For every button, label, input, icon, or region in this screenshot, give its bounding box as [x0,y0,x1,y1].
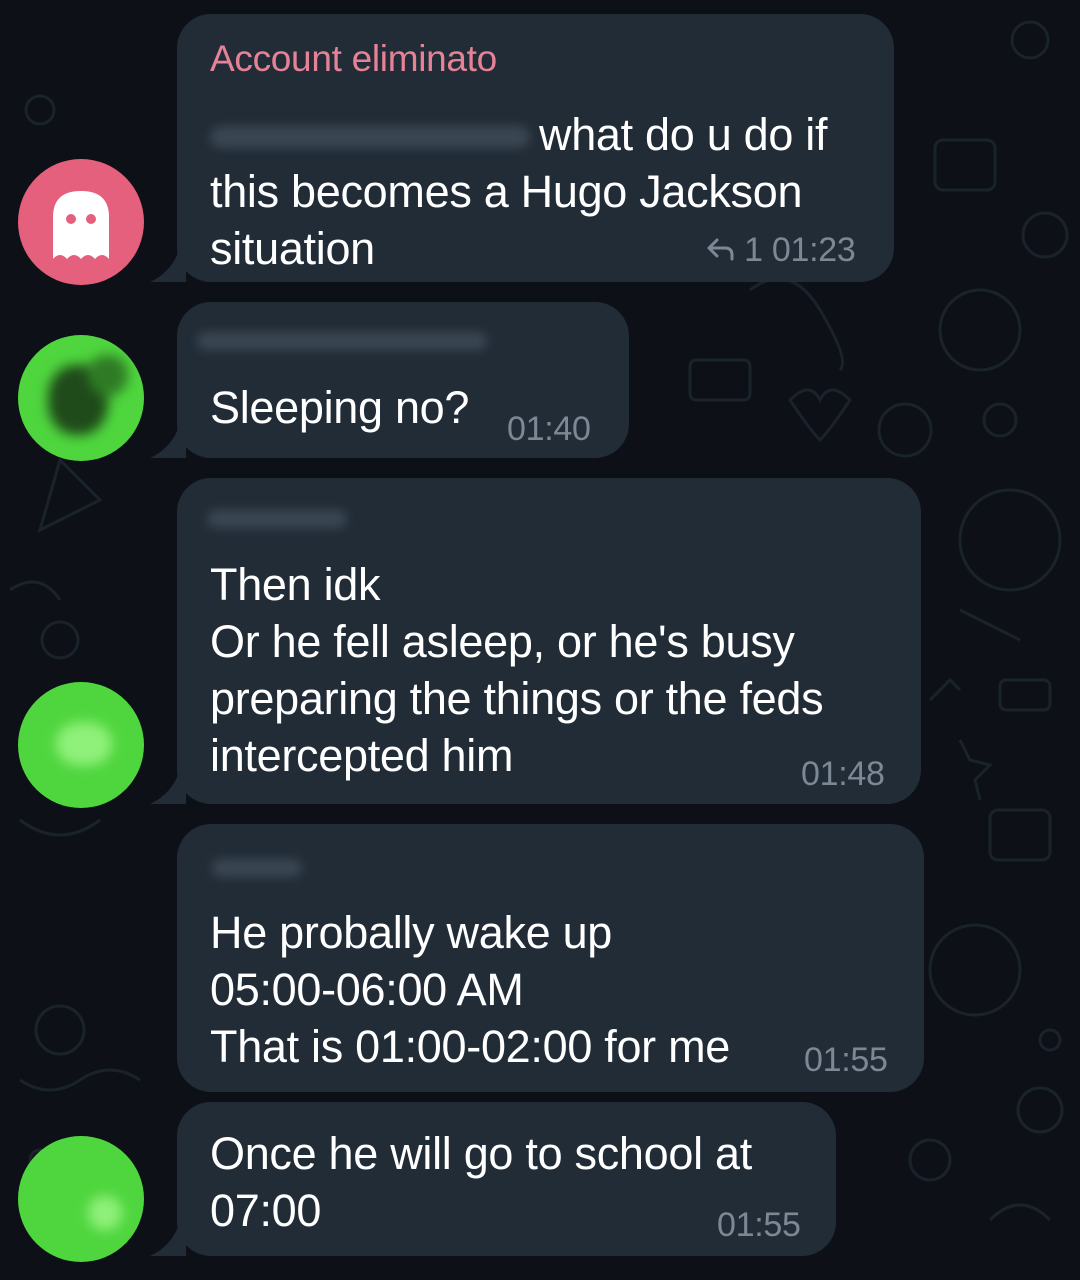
message-time: 01:23 [771,231,856,269]
ghost-avatar[interactable] [18,159,144,285]
reply-info[interactable]: 1 01:23 [705,231,856,270]
blurred-sender-name [212,859,302,877]
message-text: Sleeping no? [210,382,470,433]
blurred-avatar[interactable] [18,335,144,461]
message-bubble[interactable]: Account eliminato what do u do if this b… [177,14,894,282]
message-time: 01:55 [804,1041,888,1079]
message-bubble[interactable]: Once he will go to school at 07:00 01:55 [177,1102,836,1256]
message-bubble[interactable]: He probally wake up 05:00-06:00 AM That … [177,824,924,1092]
bubble-tail [150,1222,186,1256]
blurred-sender-name [197,332,487,350]
blurred-avatar[interactable] [18,1136,144,1262]
message-text-inline: what do u do if [539,109,828,160]
bubble-tail [150,770,186,804]
message-text: Once he will go to school at 07:00 [210,1128,752,1236]
message-bubble[interactable]: Then idk Or he fell asleep, or he's busy… [177,478,921,804]
message-text: Then idk Or he fell asleep, or he's busy… [210,559,824,781]
message-time: 01:55 [717,1206,801,1244]
blurred-avatar[interactable] [18,682,144,808]
bubble-tail [150,248,186,282]
message-time: 01:48 [801,755,885,793]
blurred-sender-name [207,510,347,528]
reply-count: 1 [744,231,763,269]
blurred-mention [210,126,530,148]
message-text: He probally wake up 05:00-06:00 AM That … [210,907,730,1072]
bubble-tail [150,424,186,458]
ghost-icon [53,191,109,259]
message-bubble[interactable]: Sleeping no? 01:40 [177,302,629,458]
reply-arrow-icon [707,238,734,261]
sender-name[interactable]: Account eliminato [210,38,497,80]
message-time: 01:40 [507,410,591,448]
